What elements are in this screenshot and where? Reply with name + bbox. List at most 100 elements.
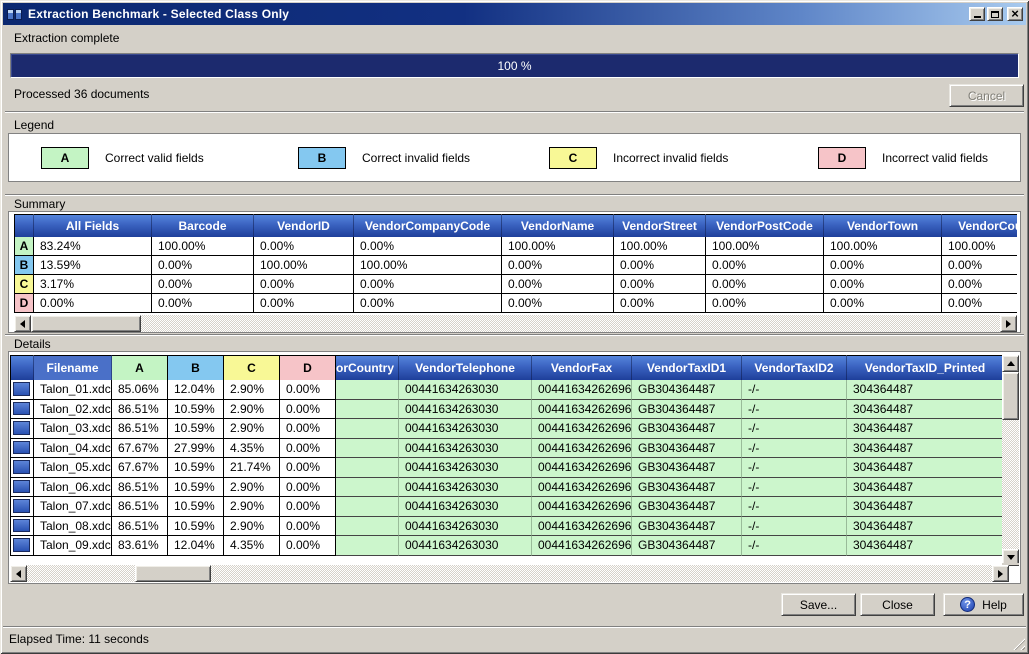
details-cell: -/- [742,419,847,439]
details-panel: FilenameABCDVendorCountryVendorTelephone… [8,351,1021,584]
details-row[interactable]: Talon_08.xdc86.51%10.59%2.90%0.00%004416… [10,517,1003,537]
summary-cell: 0.00% [354,275,502,294]
minimize-button[interactable] [969,7,985,21]
summary-cell: 0.00% [254,294,354,313]
legend-item-label: Incorrect valid fields [882,151,988,165]
details-row-selector[interactable] [10,478,34,498]
details-scroll-up-button[interactable] [1002,355,1019,372]
details-cell: 10.59% [168,497,224,517]
details-column-header: VendorCountry [336,355,399,380]
details-hscroll-thumb[interactable] [135,565,211,582]
summary-cell: 100.00% [354,256,502,275]
summary-column-header: VendorCountry [942,214,1017,237]
legend-item-label: Correct invalid fields [362,151,470,165]
summary-scroll-left-button[interactable] [14,315,31,332]
details-cell: 67.67% [112,458,168,478]
details-cell: 10.59% [168,400,224,420]
summary-column-header: VendorName [502,214,614,237]
details-row-selector[interactable] [10,400,34,420]
summary-column-header: VendorID [254,214,354,237]
details-row[interactable]: Talon_04.xdc67.67%27.99%4.35%0.00%004416… [10,439,1003,459]
details-row-selector[interactable] [10,458,34,478]
title-bar[interactable]: Extraction Benchmark - Selected Class On… [3,3,1026,25]
progress-percent-label: 100 % [11,54,1018,77]
details-cell: 27.99% [168,439,224,459]
summary-cell: 3.17% [34,275,152,294]
summary-cell: 0.00% [354,294,502,313]
window-title: Extraction Benchmark - Selected Class On… [28,7,969,21]
summary-cell: 0.00% [706,256,824,275]
dialog-window: Extraction Benchmark - Selected Class On… [0,0,1029,654]
details-cell: -/- [742,517,847,537]
details-vscrollbar[interactable] [1002,355,1019,566]
details-cell: 304364487 [847,478,1003,498]
details-filename-cell: Talon_05.xdc [34,458,112,478]
summary-scroll-right-button[interactable] [1000,315,1017,332]
details-row-selector[interactable] [10,536,34,556]
cancel-button[interactable]: Cancel [949,84,1024,107]
details-column-header: B [168,355,224,380]
details-hscrollbar[interactable] [10,565,1009,582]
details-vscroll-thumb[interactable] [1002,372,1019,420]
save-button[interactable]: Save... [781,593,856,616]
details-cell: 86.51% [112,497,168,517]
summary-hscroll-thumb[interactable] [31,315,141,332]
details-cell: 0.00% [280,478,336,498]
details-row[interactable]: Talon_02.xdc86.51%10.59%2.90%0.00%004416… [10,400,1003,420]
summary-row-label: A [14,237,34,256]
maximize-button[interactable] [987,7,1003,21]
section-divider [5,194,1024,196]
arrow-up-icon [1007,361,1015,366]
details-cell: 10.59% [168,517,224,537]
details-cell: 0.00% [280,497,336,517]
details-cell: 0.00% [280,517,336,537]
details-cell: 00441634262696 [532,380,632,400]
details-row-selector[interactable] [10,380,34,400]
details-cell: 00441634263030 [399,380,532,400]
details-scroll-right-button[interactable] [992,565,1009,582]
summary-row-A[interactable]: A83.24%100.00%0.00%0.00%100.00%100.00%10… [14,237,1017,256]
details-scroll-left-button[interactable] [10,565,27,582]
close-window-button[interactable]: × [1007,7,1023,21]
summary-row-B[interactable]: B13.59%0.00%100.00%100.00%0.00%0.00%0.00… [14,256,1017,275]
details-cell: GB304364487 [632,400,742,420]
summary-cell: 0.00% [34,294,152,313]
row-selector-icon [13,460,30,474]
details-row-selector[interactable] [10,497,34,517]
details-cell: GB304364487 [632,439,742,459]
help-button[interactable]: ? Help [943,593,1024,616]
summary-cell: 0.00% [942,275,1017,294]
details-row[interactable]: Talon_06.xdc86.51%10.59%2.90%0.00%004416… [10,478,1003,498]
details-row[interactable]: Talon_01.xdc85.06%12.04%2.90%0.00%004416… [10,380,1003,400]
details-cell [336,536,399,556]
details-row[interactable]: Talon_07.xdc86.51%10.59%2.90%0.00%004416… [10,497,1003,517]
details-cell: 304364487 [847,400,1003,420]
details-row[interactable]: Talon_05.xdc67.67%10.59%21.74%0.00%00441… [10,458,1003,478]
scrollbar-corner [1002,563,1019,565]
status-bar: Elapsed Time: 11 seconds [3,626,1026,651]
summary-cell: 100.00% [824,237,942,256]
details-corner-header [10,355,34,380]
close-button[interactable]: Close [860,593,935,616]
minimize-icon [974,16,981,18]
legend-color-box-D: D [818,147,866,169]
details-cell: 12.04% [168,380,224,400]
summary-row-D[interactable]: D0.00%0.00%0.00%0.00%0.00%0.00%0.00%0.00… [14,294,1017,313]
details-row-selector[interactable] [10,419,34,439]
details-row-selector[interactable] [10,439,34,459]
details-cell: 0.00% [280,439,336,459]
summary-hscrollbar[interactable] [14,315,1017,332]
details-row[interactable]: Talon_03.xdc86.51%10.59%2.90%0.00%004416… [10,419,1003,439]
summary-cell: 0.00% [614,256,706,275]
summary-cell: 0.00% [942,294,1017,313]
details-filename-cell: Talon_08.xdc [34,517,112,537]
extraction-status-text: Extraction complete [14,31,119,45]
details-cell: 304364487 [847,380,1003,400]
summary-cell: 0.00% [152,275,254,294]
summary-row-C[interactable]: C3.17%0.00%0.00%0.00%0.00%0.00%0.00%0.00… [14,275,1017,294]
details-filename-cell: Talon_04.xdc [34,439,112,459]
details-cell: 00441634263030 [399,497,532,517]
details-row-selector[interactable] [10,517,34,537]
maximize-icon [991,11,999,18]
details-row[interactable]: Talon_09.xdc83.61%12.04%4.35%0.00%004416… [10,536,1003,556]
